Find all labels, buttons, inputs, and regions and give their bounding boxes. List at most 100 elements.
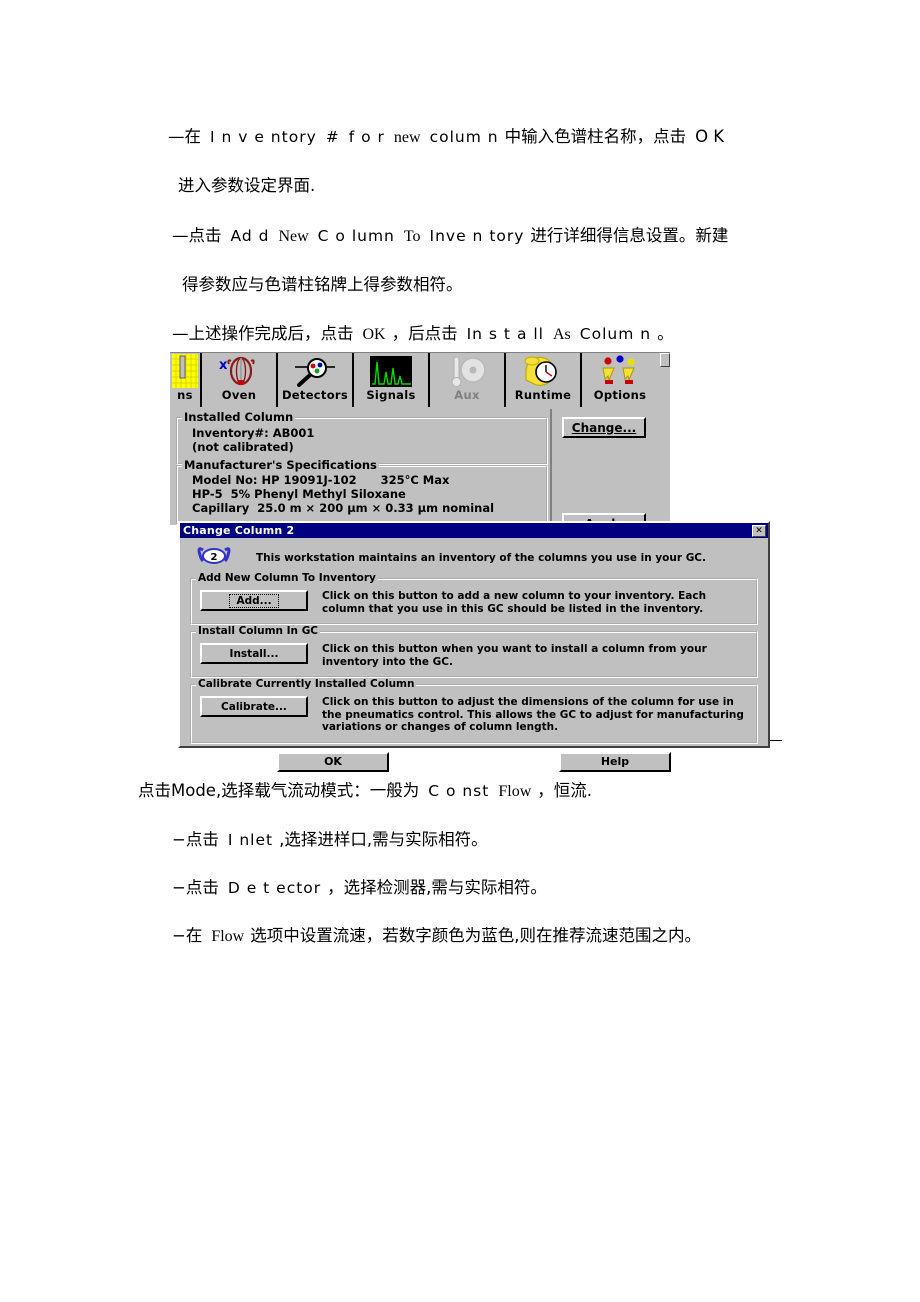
installed-column-line-2: (not calibrated) <box>192 440 294 454</box>
text-run: − <box>172 926 186 945</box>
text-run: 进行详细得信息设置。新建 <box>530 226 729 245</box>
thermometer-disc-icon <box>430 354 504 388</box>
toolbar-button-aux[interactable]: Aux <box>430 353 506 407</box>
text-run: 选项中设置流速，若数字颜色为蓝色,则在推荐流速范围之内。 <box>250 926 701 945</box>
text-run: I nlet <box>227 831 274 849</box>
text-run: − <box>172 830 186 849</box>
add-button[interactable]: Add... <box>200 590 308 611</box>
text-run: ，恒流. <box>537 781 592 800</box>
manufacturer-specs-group: Manufacturer's Specifications Model No: … <box>176 458 548 525</box>
magnifier-detector-icon <box>278 354 352 388</box>
paragraph-3: —点击 Ad d New C o lumn To Inve n tory 进行详细得信息设置… <box>172 222 728 246</box>
text-run: O K <box>695 127 725 146</box>
text-run: 。 <box>657 324 674 343</box>
change-column-dialog: Change Column 2 ✕ 2 This workstation mai… <box>178 521 770 772</box>
calibrate-button[interactable]: Calibrate... <box>200 696 308 717</box>
manufacturer-specs-title: Manufacturer's Specifications <box>182 458 379 472</box>
toolbar-label-oven: Oven <box>221 388 257 402</box>
paragraph-6: 点击Mode,选择载气流动模式：一般为 C o nst Flow ，恒流. <box>138 777 592 801</box>
paragraph-7: −点击 I nlet ,选择进样口,需与实际相符。 <box>172 826 488 850</box>
text-run: I n v e ntory <box>210 128 317 146</box>
toolbar-label-runtime: Runtime <box>514 388 572 402</box>
text-run: As <box>552 326 571 343</box>
dialog-edge-artifact <box>770 740 782 741</box>
text-run: —点击 <box>172 226 222 245</box>
oven-icon: x <box>202 354 276 388</box>
dialog-title: Change Column 2 <box>183 524 295 537</box>
paragraph-2: 进入参数设定界面. <box>178 172 315 196</box>
install-description: Click on this button when you want to in… <box>322 643 707 668</box>
add-button-label: Add... <box>229 593 279 608</box>
options-icon <box>582 354 658 388</box>
help-button-label: Help <box>600 755 630 768</box>
column-info-panel: Installed Column Inventory#: AB001 (not … <box>170 409 670 525</box>
text-run: new <box>393 129 421 146</box>
column-coil-icon: 2 <box>194 544 234 572</box>
gc-toolbar: ns x Oven Detectors Signals Aux Runtime … <box>170 353 670 411</box>
text-run: —在 <box>168 127 201 146</box>
paragraph-1: —在 I n v e ntory # f o r new colum n 中输入色谱柱名称，… <box>168 123 724 147</box>
text-run: Colum n <box>579 325 652 343</box>
text-run: 中输入色谱柱名称，点击 <box>504 127 687 146</box>
paragraph-5: —上述操作完成后，点击 OK ，后点击 In s t a ll As Colum n 。 <box>172 320 674 344</box>
add-new-column-title: Add New Column To Inventory <box>196 572 378 584</box>
text-run: ，选择检测器,需与实际相符。 <box>327 878 547 897</box>
text-run: New <box>278 228 309 245</box>
change-button-label: Change... <box>571 420 637 435</box>
text-run: 得参数应与色谱柱铭牌上得参数相符。 <box>182 275 463 294</box>
text-run: Inve n tory <box>429 227 525 245</box>
chromatogram-icon <box>354 354 428 388</box>
text-run: —上述操作完成后，点击 <box>172 324 354 343</box>
calibrate-description: Click on this button to adjust the dimen… <box>322 696 744 733</box>
panel-divider <box>550 409 552 525</box>
toolbar-button-inlets[interactable]: ns <box>170 353 202 407</box>
gc-software-screenshot: ns x Oven Detectors Signals Aux Runtime … <box>170 352 670 525</box>
toolbar-label-signals: Signals <box>366 388 416 402</box>
toolbar-label-aux: Aux <box>454 388 480 402</box>
toolbar-button-runtime[interactable]: Runtime <box>506 353 582 407</box>
text-run: # <box>325 128 340 146</box>
scroll-nub[interactable] <box>660 353 670 367</box>
calibrate-column-title: Calibrate Currently Installed Column <box>196 678 417 690</box>
change-button[interactable]: Change... <box>562 417 646 438</box>
text-run: 点击Mode,选择载气流动模式：一般为 <box>138 781 420 800</box>
text-run: 进入参数设定界面. <box>178 176 316 195</box>
help-button[interactable]: Help <box>559 751 671 772</box>
svg-text:x: x <box>219 358 228 373</box>
ok-button[interactable]: OK <box>277 751 389 772</box>
dialog-footer: OK Help <box>180 751 768 772</box>
close-icon[interactable]: ✕ <box>752 524 766 537</box>
install-column-group: Install Column In GC Install... Click on… <box>190 625 758 678</box>
text-run: 点击 <box>185 830 219 849</box>
svg-text:2: 2 <box>211 552 218 563</box>
calibrate-column-group: Calibrate Currently Installed Column Cal… <box>190 678 758 744</box>
install-button[interactable]: Install... <box>200 643 308 664</box>
toolbar-button-detectors[interactable]: Detectors <box>278 353 354 407</box>
text-run: 在 <box>185 926 203 945</box>
toolbar-button-signals[interactable]: Signals <box>354 353 430 407</box>
toolbar-button-oven[interactable]: x Oven <box>202 353 278 407</box>
spec-line-2: HP-5 5% Phenyl Methyl Siloxane <box>192 487 406 501</box>
text-run: OK <box>362 326 386 343</box>
spec-line-1: Model No: HP 19091J-102 325°C Max <box>192 473 450 487</box>
text-run: Ad d <box>230 227 270 245</box>
installed-column-line-1: Inventory#: AB001 <box>192 426 315 440</box>
spec-line-3: Capillary 25.0 m × 200 µm × 0.33 µm nomi… <box>192 501 495 515</box>
dialog-title-bar[interactable]: Change Column 2 ✕ <box>180 523 768 538</box>
text-run: −点击 <box>172 878 219 897</box>
text-run: To <box>403 228 421 245</box>
text-run: Flow <box>498 783 532 800</box>
toolbar-label-options: Options <box>593 388 647 402</box>
text-run: D e t ector <box>227 879 322 897</box>
text-run: f o r <box>348 128 385 146</box>
toolbar-button-options[interactable]: Options <box>582 353 658 407</box>
text-run: Flow <box>211 928 245 945</box>
installed-column-title: Installed Column <box>182 410 296 424</box>
install-column-title: Install Column In GC <box>196 625 321 637</box>
toolbar-label-detectors: Detectors <box>281 388 349 402</box>
text-run: In s t a ll <box>466 325 544 343</box>
text-run: C o nst <box>428 782 490 800</box>
add-description: Click on this button to add a new column… <box>322 590 707 615</box>
calibrate-button-label: Calibrate... <box>221 700 287 713</box>
paragraph-4: 得参数应与色谱柱铭牌上得参数相符。 <box>182 271 463 295</box>
